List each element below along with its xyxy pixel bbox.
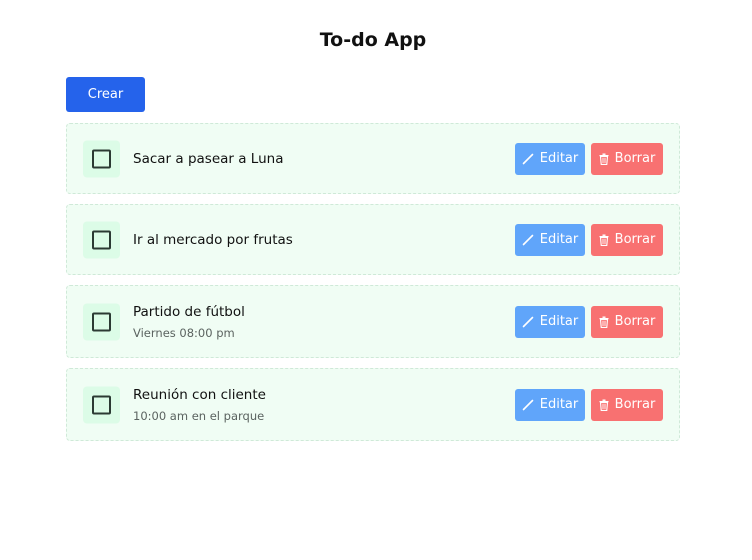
edit-button[interactable]: Editar [515,388,585,421]
todo-item: Ir al mercado por frutas Editar Borrar [66,204,680,275]
delete-button[interactable]: Borrar [591,223,663,256]
edit-button-label: Editar [539,314,579,329]
todo-item: Sacar a pasear a Luna Editar Borrar [66,123,680,194]
todo-title: Partido de fútbol [133,304,245,320]
trash-icon [599,153,609,165]
todo-subtitle: 10:00 am en el parque [133,409,265,423]
todo-actions: Editar Borrar [515,223,663,256]
edit-button[interactable]: Editar [515,223,585,256]
checkbox-square-icon [92,312,111,331]
trash-icon [599,316,609,328]
todo-subtitle: Viernes 08:00 pm [133,326,235,340]
todo-text: Ir al mercado por frutas [133,205,293,274]
todo-actions: Editar Borrar [515,142,663,175]
todo-text: Partido de fútbol Viernes 08:00 pm [133,286,245,357]
delete-button-label: Borrar [614,314,656,329]
app-page: To-do App Crear Sacar a pasear a Luna Ed… [0,0,752,560]
todo-actions: Editar Borrar [515,388,663,421]
todo-title: Reunión con cliente [133,387,266,403]
checkbox-square-icon [92,395,111,414]
todo-checkbox[interactable] [83,386,120,423]
todo-title: Sacar a pasear a Luna [133,150,284,167]
pencil-icon [522,399,534,410]
delete-button-label: Borrar [614,232,656,247]
todo-checkbox[interactable] [83,140,120,177]
todo-text: Sacar a pasear a Luna [133,124,283,193]
todo-list: Sacar a pasear a Luna Editar Borrar Ir a… [66,123,680,451]
todo-actions: Editar Borrar [515,305,663,338]
todo-checkbox[interactable] [83,303,120,340]
pencil-icon [522,234,534,245]
edit-button[interactable]: Editar [515,305,585,338]
delete-button-label: Borrar [614,151,656,166]
page-title: To-do App [319,29,427,51]
pencil-icon [522,153,534,164]
pencil-icon [522,316,534,327]
edit-button-label: Editar [539,151,579,166]
delete-button-label: Borrar [614,397,656,412]
todo-text: Reunión con cliente 10:00 am en el parqu… [133,369,266,440]
delete-button[interactable]: Borrar [591,305,663,338]
checkbox-square-icon [92,230,111,249]
todo-title: Ir al mercado por frutas [133,231,293,248]
delete-button[interactable]: Borrar [591,142,663,175]
create-button[interactable]: Crear [66,77,145,112]
edit-button[interactable]: Editar [515,142,585,175]
edit-button-label: Editar [539,232,579,247]
delete-button[interactable]: Borrar [591,388,663,421]
todo-checkbox[interactable] [83,221,120,258]
todo-item: Partido de fútbol Viernes 08:00 pm Edita… [66,285,680,358]
checkbox-square-icon [92,149,111,168]
edit-button-label: Editar [539,397,579,412]
trash-icon [599,234,609,246]
trash-icon [599,399,609,411]
todo-item: Reunión con cliente 10:00 am en el parqu… [66,368,680,441]
